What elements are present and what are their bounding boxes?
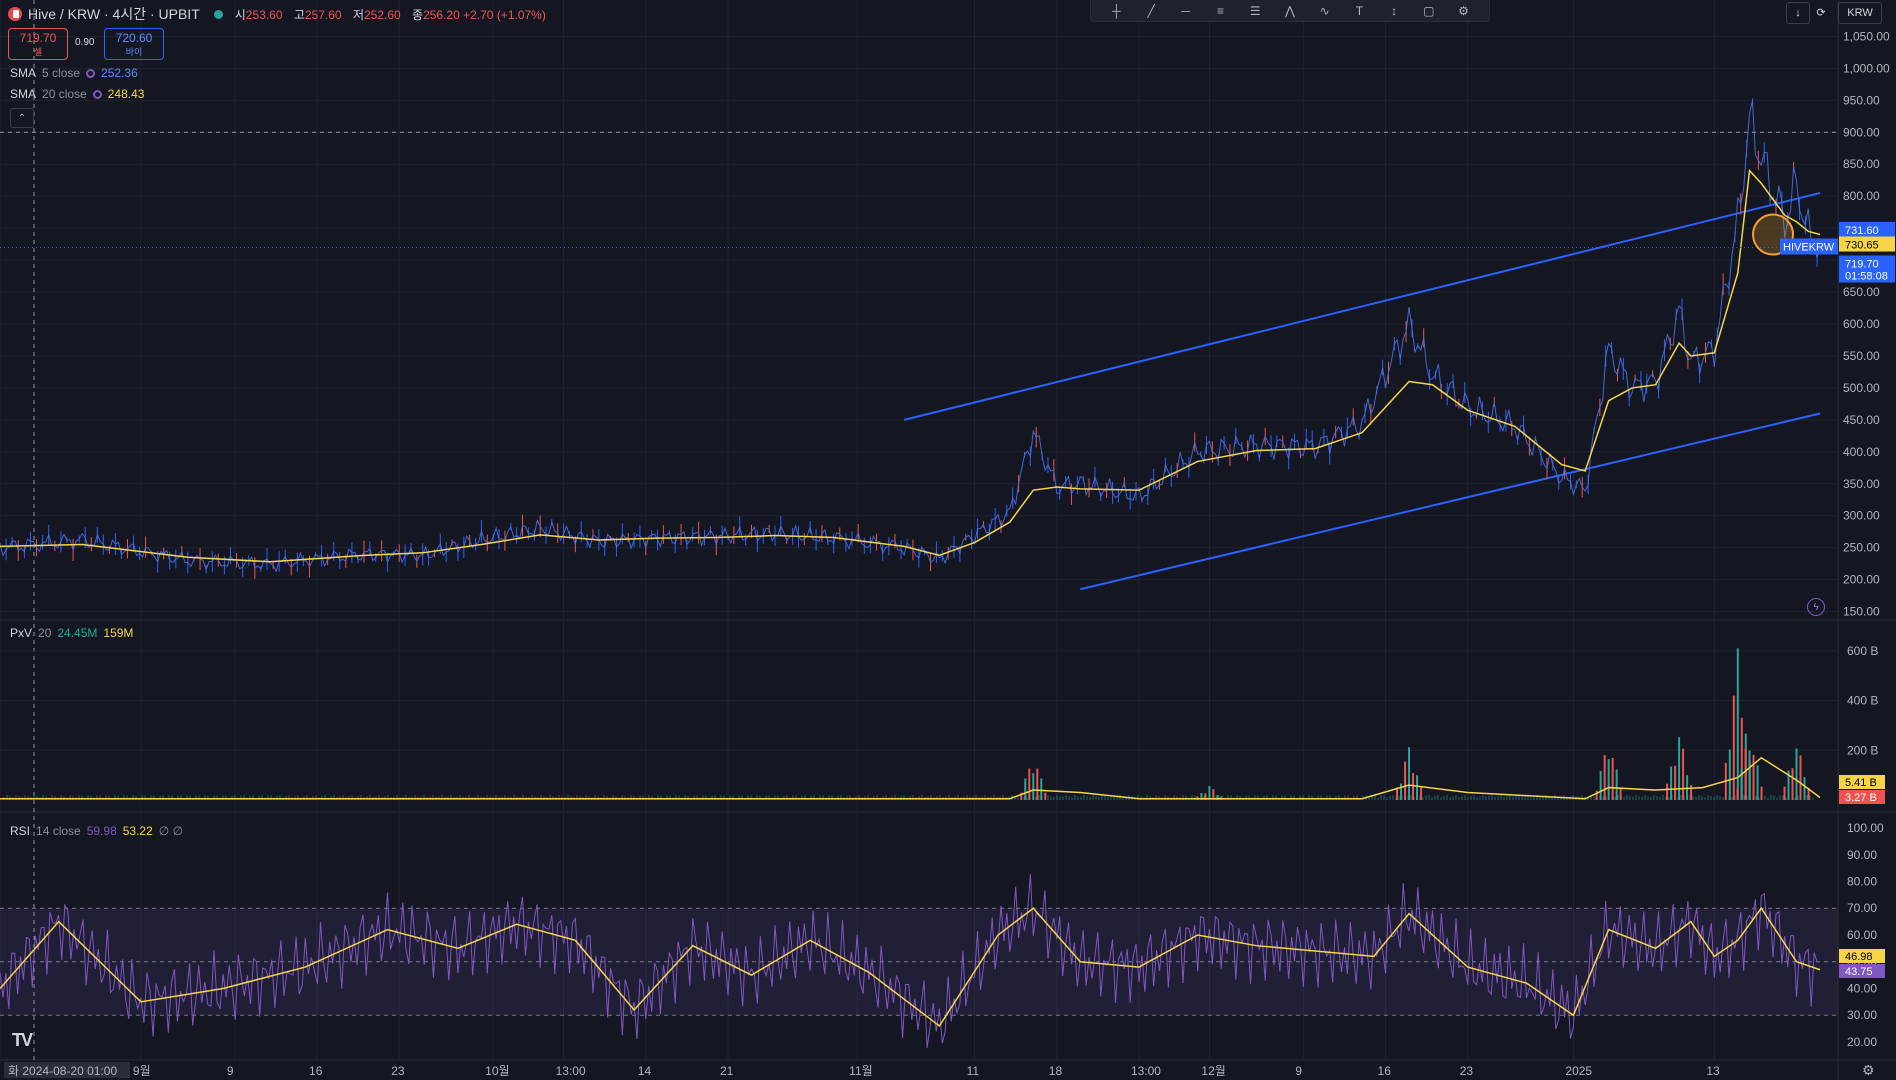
price-tick-label: 900.00 [1843, 125, 1880, 139]
x-tick-label: 9 [1295, 1064, 1302, 1078]
price-tick-label: 950.00 [1843, 93, 1880, 107]
price-tick-label: 500.00 [1843, 381, 1880, 395]
buy-button[interactable]: 720.60 바이 [104, 28, 164, 60]
pattern-icon[interactable]: ⋀ [1281, 4, 1299, 18]
rsi-tick-label: 20.00 [1847, 1035, 1877, 1049]
x-tick-label: 13:00 [1131, 1064, 1161, 1078]
price-tick-label: 350.00 [1843, 477, 1880, 491]
symbol-title: Hive / KRW · 4시간 · UPBIT [28, 6, 200, 22]
sell-label: 셀 [33, 46, 43, 57]
volume-tag-label: 3.27 B [1845, 792, 1877, 804]
price-tick-label: 150.00 [1843, 605, 1880, 619]
price-tick-label: 1,000.00 [1843, 61, 1890, 75]
price-tick-label: 600.00 [1843, 317, 1880, 331]
sma5-settings-icon[interactable] [86, 68, 96, 78]
collapse-legend-button[interactable]: ⌃ [10, 108, 34, 128]
price-tick-label: 300.00 [1843, 509, 1880, 523]
rsi-tick-label: 30.00 [1847, 1008, 1877, 1022]
rsi-tick-label: 40.00 [1847, 981, 1877, 995]
x-tick-label: 18 [1049, 1064, 1063, 1078]
x-tick-label: 16 [309, 1064, 323, 1078]
volume-tag-label: 5.41 B [1845, 777, 1877, 789]
x-tick-label: 12월 [1201, 1064, 1225, 1078]
measure-icon[interactable]: ↕ [1385, 4, 1403, 18]
rsi-tick-label: 70.00 [1847, 901, 1877, 915]
market-open-icon [213, 9, 223, 19]
sell-price: 719.70 [19, 30, 57, 45]
price-tick-label: 200.00 [1843, 573, 1880, 587]
price-tick-label: 1,050.00 [1843, 29, 1890, 43]
volume-ma-line [0, 756, 1821, 800]
chart-canvas[interactable]: 1,050.00 1,000.00 950.00 900.00 850.00 800.00… [0, 0, 1896, 1080]
x-tick-label: 10월 [485, 1064, 509, 1078]
price-tick-label: 650.00 [1843, 285, 1880, 299]
rsi-tick-label: 100.00 [1847, 821, 1884, 835]
price-tick-label: 450.00 [1843, 413, 1880, 427]
x-tick-label: 9월 [133, 1064, 151, 1078]
x-tick-label: 23 [1460, 1064, 1474, 1078]
sma5-legend[interactable]: SMA 5 close 252.36 [10, 66, 138, 80]
price-tick-label: 400.00 [1843, 445, 1880, 459]
x-tick-label: 2025 [1565, 1064, 1592, 1078]
horizontal-ray-icon[interactable]: ─ [1177, 4, 1195, 18]
volume-tick-label: 200 B [1847, 743, 1878, 757]
volume-tick-label: 600 B [1847, 644, 1878, 658]
download-button[interactable]: ↓ [1786, 2, 1810, 24]
price-tick-label: 250.00 [1843, 541, 1880, 555]
settings-icon[interactable]: ⚙ [1862, 1062, 1875, 1079]
price-tick-label: 550.00 [1843, 349, 1880, 363]
x-tick-label: 21 [720, 1064, 734, 1078]
bolt-icon[interactable]: ϟ [1807, 598, 1825, 616]
buy-label: 바이 [125, 46, 143, 57]
x-tick-label: 14 [638, 1064, 652, 1078]
text-icon[interactable]: T [1350, 4, 1368, 18]
wave-icon[interactable]: ∿ [1316, 4, 1334, 18]
sma20-settings-icon[interactable] [92, 89, 102, 99]
rsi-tag-label: 46.98 [1845, 951, 1873, 963]
symbol-header: Hive / KRW · 4시간 · UPBIT 시253.60 고257.60… [8, 4, 554, 24]
x-tick-label: 11월 [849, 1064, 873, 1078]
drawing-toolbar: ┼ ╱ ─ ≡ ☰ ⋀ ∿ T ↕ ▢ ⚙ [1090, 0, 1490, 22]
rsi-legend[interactable]: RSI 14 close 59.98 53.22 ∅ ∅ [10, 824, 183, 838]
x-tick-label: 13:00 [556, 1064, 586, 1078]
rsi-tick-label: 60.00 [1847, 928, 1877, 942]
sync-icon[interactable]: ⟳ [1814, 2, 1828, 22]
symbol-tag-label: HIVEKRW [1783, 241, 1835, 253]
x-tick-label: 13 [1706, 1064, 1720, 1078]
spread-value: 0.90 [75, 37, 95, 48]
channel-upper-line [903, 192, 1821, 421]
tradingview-logo: TV [12, 1030, 33, 1050]
countdown-label: 01:58:08 [1845, 270, 1888, 282]
sell-button[interactable]: 719.70 셀 [8, 28, 68, 60]
buy-price: 720.60 [115, 30, 153, 45]
x-tick-label: 16 [1378, 1064, 1392, 1078]
channel-lower-line [1080, 412, 1821, 591]
price-line [0, 100, 1821, 573]
x-tick-label: 화 2024-08-20 01:00 [8, 1064, 117, 1078]
x-tick-label: 23 [391, 1064, 405, 1078]
rsi-tick-label: 90.00 [1847, 848, 1877, 862]
rectangle-icon[interactable]: ▢ [1420, 4, 1438, 18]
sma20-line [0, 168, 1821, 563]
pxv-legend[interactable]: PxV 20 24.45M 159M [10, 626, 133, 640]
gear-icon[interactable]: ⚙ [1455, 4, 1473, 18]
price-tick-label: 800.00 [1843, 189, 1880, 203]
x-tick-label: 11 [967, 1064, 980, 1078]
channel-icon[interactable]: ☰ [1246, 4, 1264, 18]
volume-tick-label: 400 B [1847, 694, 1878, 708]
rsi-tag-label: 43.75 [1845, 966, 1873, 978]
trend-line-icon[interactable]: ╱ [1142, 4, 1160, 18]
currency-select[interactable]: KRW [1838, 2, 1882, 24]
price-tag-label: 731.60 [1845, 225, 1879, 237]
price-tick-label: 850.00 [1843, 157, 1880, 171]
price-tag-label: 730.65 [1845, 239, 1879, 251]
ohlc-readout: 시253.60 고257.60 저252.60 종256.20 +2.70 (+… [234, 7, 546, 22]
crosshair-icon[interactable]: ┼ [1107, 4, 1125, 18]
x-tick-label: 9 [227, 1064, 234, 1078]
rsi-tick-label: 80.00 [1847, 875, 1877, 889]
hive-logo-icon [8, 7, 22, 21]
sma20-legend[interactable]: SMA 20 close 248.43 [10, 87, 144, 101]
fib-icon[interactable]: ≡ [1212, 4, 1230, 18]
